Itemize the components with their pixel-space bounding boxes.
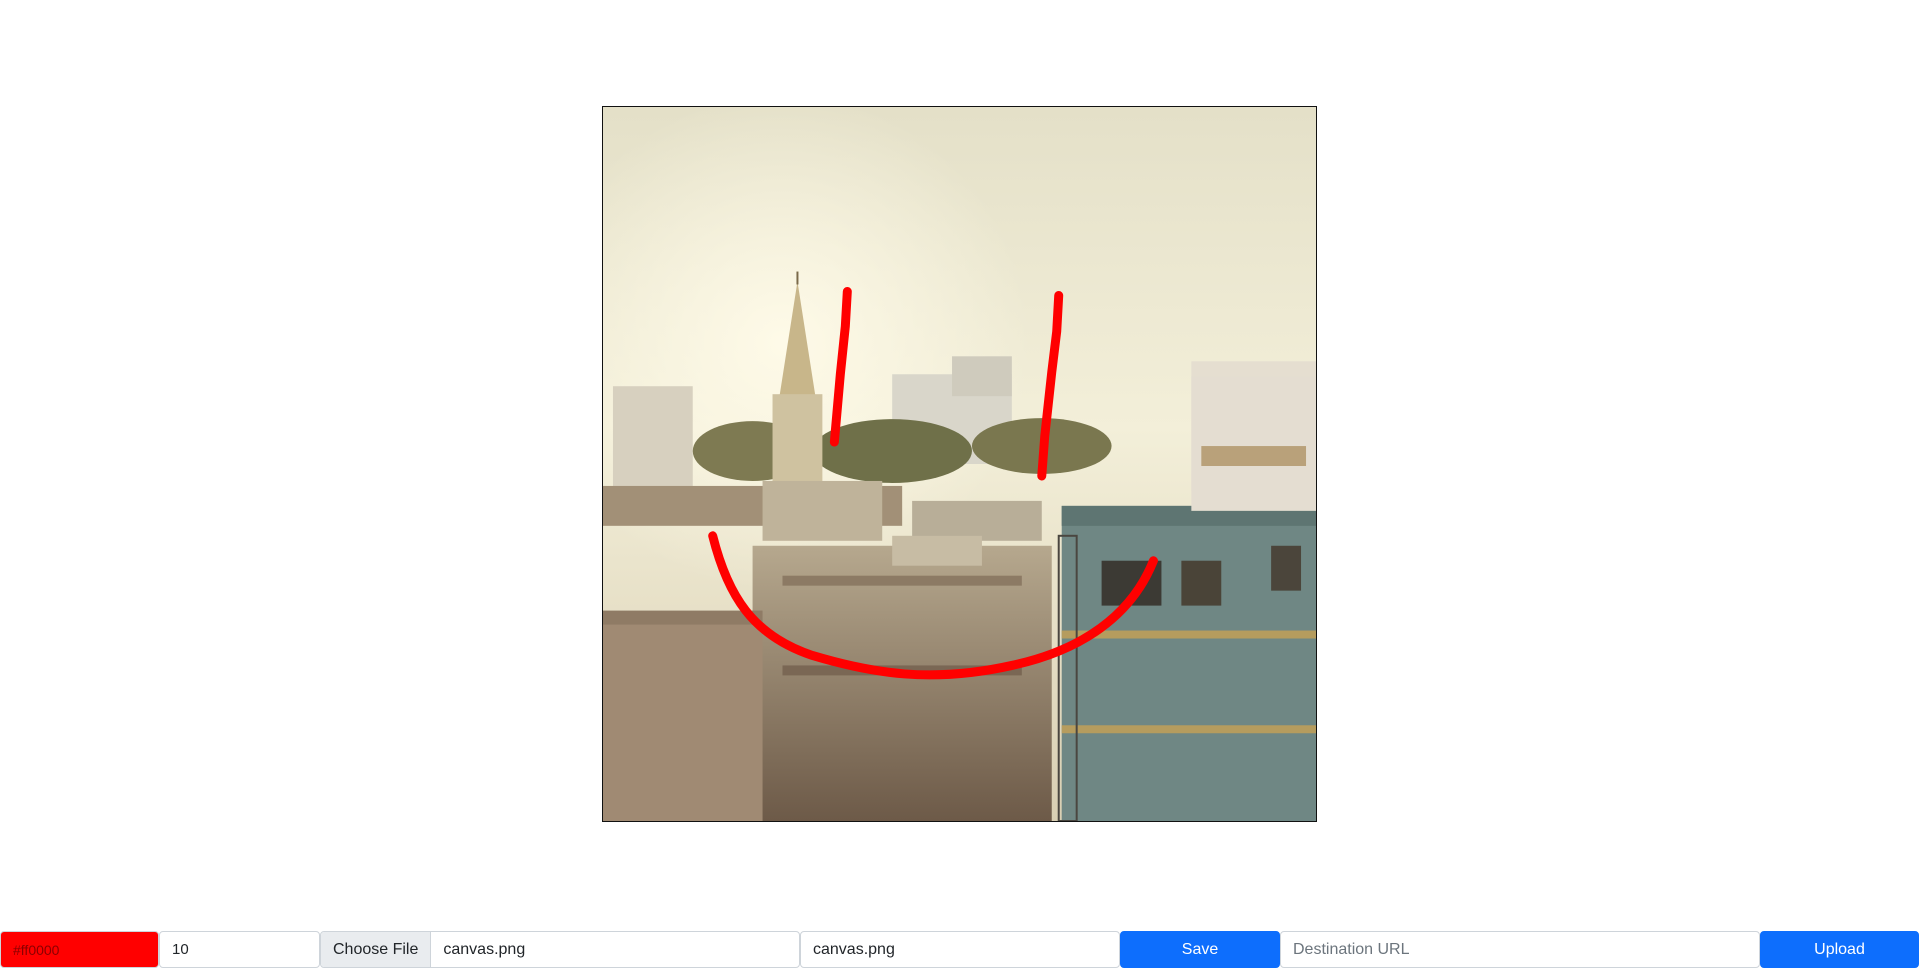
choose-file-button[interactable]: Choose File — [321, 932, 432, 967]
drawing-canvas[interactable] — [602, 106, 1317, 822]
save-button[interactable]: Save — [1120, 931, 1280, 968]
color-picker[interactable]: #ff0000 — [0, 931, 159, 968]
chosen-file-name: canvas.png — [443, 940, 526, 958]
file-input[interactable]: Choose File canvas.png — [320, 931, 800, 968]
filename-input[interactable]: canvas.png — [800, 931, 1120, 968]
destination-url-input[interactable]: Destination URL — [1280, 931, 1760, 968]
upload-button[interactable]: Upload — [1760, 931, 1919, 968]
canvas-image — [603, 107, 1316, 821]
brush-size-input[interactable]: 10 — [159, 931, 320, 968]
page: #ff0000 10 Choose File canvas.png canvas… — [0, 0, 1919, 968]
toolbar: #ff0000 10 Choose File canvas.png canvas… — [0, 931, 1919, 968]
